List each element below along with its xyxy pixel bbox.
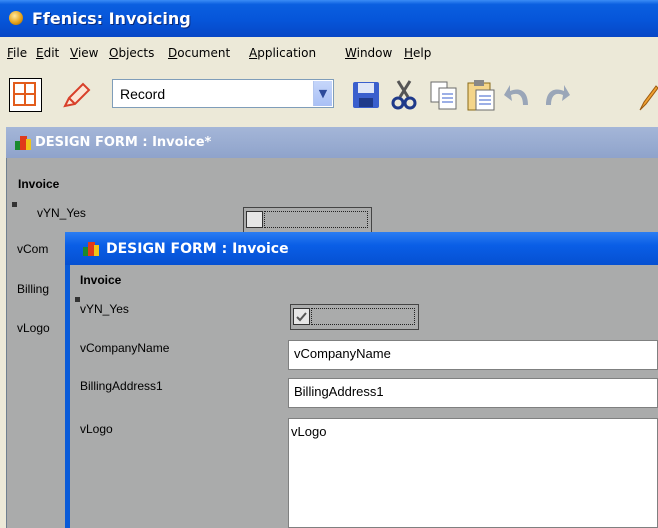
menu-objects[interactable]: Objects — [109, 46, 154, 60]
menu-application[interactable]: Application — [249, 46, 316, 60]
company-name-field[interactable]: vCompanyName — [288, 340, 658, 370]
menu-file[interactable]: File — [7, 46, 27, 60]
form-icon — [83, 241, 99, 257]
billing-address-field[interactable]: BillingAddress1 — [288, 378, 658, 408]
app-icon — [9, 11, 23, 25]
outer-form-heading: Invoice — [18, 177, 60, 191]
pencil-icon[interactable] — [636, 82, 658, 114]
inner-form-title: DESIGN FORM : Invoice — [106, 241, 289, 257]
logo-field[interactable]: vLogo — [288, 418, 658, 528]
form-icon — [15, 135, 31, 151]
menu-edit[interactable]: Edit — [36, 46, 59, 60]
menu-bar: File Edit View Objects Document Applicat… — [0, 37, 658, 67]
inner-form-titlebar[interactable]: DESIGN FORM : Invoice — [65, 232, 658, 265]
undo-icon[interactable] — [502, 79, 534, 111]
menu-document[interactable]: Document — [168, 46, 230, 60]
inner-label-yn: vYN_Yes — [80, 302, 129, 316]
inner-label-billing: BillingAddress1 — [80, 379, 163, 393]
outer-label-company: vCom — [17, 242, 49, 256]
menu-view[interactable]: View — [70, 46, 98, 60]
outer-label-yn: vYN_Yes — [37, 206, 86, 220]
chevron-down-icon[interactable]: ▼ — [313, 81, 332, 106]
save-icon[interactable] — [351, 80, 381, 110]
window-title: Ffenics: Invoicing — [32, 9, 191, 28]
inner-label-logo: vLogo — [80, 422, 113, 436]
menu-help[interactable]: Help — [404, 46, 431, 60]
app-titlebar[interactable]: Ffenics: Invoicing — [0, 0, 658, 37]
pen-draw-icon[interactable] — [59, 80, 93, 112]
yn-yes-checkbox[interactable] — [290, 304, 419, 330]
outer-label-billing: Billing — [17, 282, 50, 296]
outer-yn-checkbox[interactable] — [243, 207, 372, 233]
cut-icon[interactable] — [389, 79, 419, 111]
copy-icon[interactable] — [428, 79, 460, 111]
selection-handle[interactable] — [12, 202, 17, 207]
record-combo[interactable]: Record ▼ — [112, 79, 334, 108]
outer-label-logo: vLogo — [17, 321, 50, 335]
inner-form-heading: Invoice — [80, 273, 122, 287]
paste-icon[interactable] — [465, 78, 497, 112]
toolbar: Record ▼ — [0, 67, 658, 124]
menu-window[interactable]: Window — [345, 46, 392, 60]
inner-label-company: vCompanyName — [80, 341, 170, 355]
outer-form-title: DESIGN FORM : Invoice* — [35, 135, 212, 150]
redo-icon[interactable] — [540, 79, 572, 111]
grid-design-icon[interactable] — [9, 78, 42, 112]
inner-form-border — [65, 232, 70, 528]
record-combo-value: Record — [120, 86, 166, 102]
outer-form-titlebar[interactable]: DESIGN FORM : Invoice* — [6, 127, 658, 158]
